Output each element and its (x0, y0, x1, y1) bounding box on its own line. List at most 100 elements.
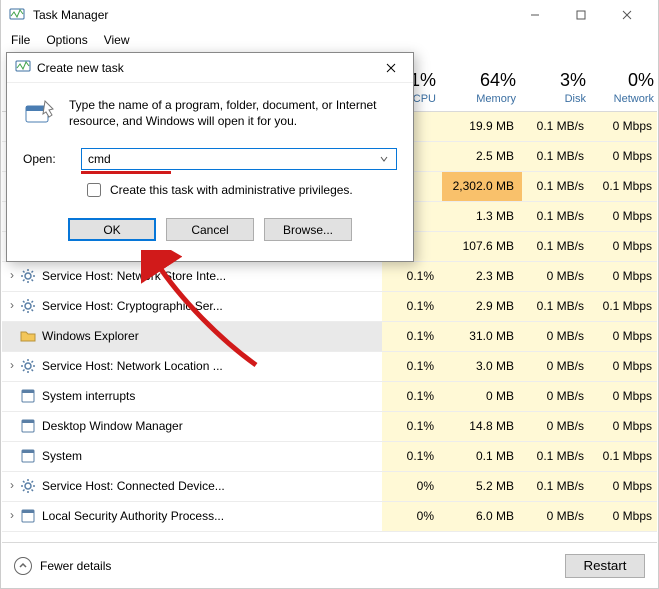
disk-value: 0.1 MB/s (522, 291, 592, 321)
cpu-value: 0.1% (382, 381, 442, 411)
process-name: Service Host: Network Store Inte... (42, 269, 226, 283)
disk-value: 0 MB/s (522, 411, 592, 441)
table-row[interactable]: System interrupts 0.1%0 MB0 MB/s0 Mbps (2, 381, 657, 411)
expand-chevron-icon[interactable]: › (6, 508, 18, 522)
memory-value: 19.9 MB (442, 111, 522, 141)
chevron-up-icon (14, 557, 32, 575)
titlebar[interactable]: Task Manager (1, 0, 658, 30)
disk-value: 0.1 MB/s (522, 111, 592, 141)
expand-chevron-icon[interactable]: › (6, 358, 18, 372)
create-new-task-dialog: Create new task Type the name of a progr… (6, 52, 414, 262)
memory-value: 5.2 MB (442, 471, 522, 501)
table-row[interactable]: ›Service Host: Cryptographic Ser...0.1%2… (2, 291, 657, 321)
maximize-button[interactable] (558, 0, 604, 30)
menu-view[interactable]: View (98, 32, 136, 48)
network-value: 0 Mbps (592, 411, 657, 441)
process-name: System interrupts (42, 389, 135, 403)
memory-value: 2,302.0 MB (442, 171, 522, 201)
table-row[interactable]: Desktop Window Manager 0.1%14.8 MB0 MB/s0… (2, 411, 657, 441)
open-combobox[interactable] (81, 148, 397, 170)
network-value: 0 Mbps (592, 111, 657, 141)
table-row[interactable]: ›Local Security Authority Process...0%6.… (2, 501, 657, 531)
process-name: Service Host: Network Location ... (42, 359, 223, 373)
annotation-underline (81, 171, 171, 174)
disk-value: 0.1 MB/s (522, 441, 592, 471)
network-value: 0 Mbps (592, 141, 657, 171)
network-value: 0 Mbps (592, 381, 657, 411)
cpu-value: 0.1% (382, 321, 442, 351)
ok-button[interactable]: OK (68, 218, 156, 241)
process-icon (20, 268, 36, 284)
open-label: Open: (23, 152, 73, 166)
cpu-value: 0.1% (382, 261, 442, 291)
window-title: Task Manager (33, 8, 512, 22)
expand-chevron-icon[interactable]: › (6, 268, 18, 282)
network-value: 0.1 Mbps (592, 171, 657, 201)
disk-value: 0.1 MB/s (522, 141, 592, 171)
memory-value: 0.1 MB (442, 441, 522, 471)
col-memory[interactable]: 64%Memory (442, 53, 522, 111)
memory-value: 6.0 MB (442, 501, 522, 531)
memory-value: 14.8 MB (442, 411, 522, 441)
disk-value: 0.1 MB/s (522, 231, 592, 261)
disk-value: 0.1 MB/s (522, 201, 592, 231)
browse-button[interactable]: Browse... (264, 218, 352, 241)
memory-value: 1.3 MB (442, 201, 522, 231)
network-value: 0 Mbps (592, 261, 657, 291)
network-value: 0 Mbps (592, 471, 657, 501)
dialog-message: Type the name of a program, folder, docu… (69, 97, 397, 132)
cpu-value: 0% (382, 501, 442, 531)
process-name: Windows Explorer (42, 329, 139, 343)
task-manager-window: Task Manager File Options View Name 1%CP… (0, 0, 659, 589)
process-name: System (42, 449, 82, 463)
close-button[interactable] (604, 0, 650, 30)
fewer-details-label: Fewer details (40, 559, 111, 573)
memory-value: 31.0 MB (442, 321, 522, 351)
table-row[interactable]: System0.1%0.1 MB0.1 MB/s0.1 Mbps (2, 441, 657, 471)
fewer-details-toggle[interactable]: Fewer details (14, 557, 111, 575)
expand-chevron-icon[interactable]: › (6, 298, 18, 312)
menubar: File Options View (1, 30, 658, 50)
process-icon (20, 418, 36, 434)
memory-value: 107.6 MB (442, 231, 522, 261)
disk-value: 0 MB/s (522, 381, 592, 411)
dialog-close-button[interactable] (377, 57, 405, 79)
table-row[interactable]: › Service Host: Network Store Inte... 0.1%… (2, 261, 657, 291)
network-value: 0.1 Mbps (592, 291, 657, 321)
process-name: Service Host: Cryptographic Ser... (42, 299, 223, 313)
chevron-down-icon[interactable] (376, 154, 392, 164)
cpu-value: 0.1% (382, 351, 442, 381)
disk-value: 0.1 MB/s (522, 471, 592, 501)
minimize-button[interactable] (512, 0, 558, 30)
memory-value: 0 MB (442, 381, 522, 411)
menu-options[interactable]: Options (40, 32, 93, 48)
memory-value: 2.9 MB (442, 291, 522, 321)
menu-file[interactable]: File (5, 32, 36, 48)
open-input[interactable] (86, 152, 376, 166)
memory-value: 2.5 MB (442, 141, 522, 171)
table-row[interactable]: ›Service Host: Connected Device...0%5.2 … (2, 471, 657, 501)
network-value: 0 Mbps (592, 231, 657, 261)
cancel-button[interactable]: Cancel (166, 218, 254, 241)
col-network[interactable]: 0%Network (592, 53, 657, 111)
footer: Fewer details Restart (2, 542, 657, 588)
process-icon (20, 508, 36, 524)
col-disk[interactable]: 3%Disk (522, 53, 592, 111)
disk-value: 0.1 MB/s (522, 171, 592, 201)
dialog-titlebar[interactable]: Create new task (7, 53, 413, 83)
dialog-title: Create new task (37, 61, 377, 75)
process-icon (20, 388, 36, 404)
network-value: 0.1 Mbps (592, 441, 657, 471)
disk-value: 0 MB/s (522, 321, 592, 351)
restart-button[interactable]: Restart (565, 554, 645, 578)
run-icon (23, 97, 55, 132)
admin-checkbox[interactable] (87, 183, 101, 197)
cpu-value: 0.1% (382, 411, 442, 441)
network-value: 0 Mbps (592, 351, 657, 381)
table-row[interactable]: ›Service Host: Network Location ...0.1%3… (2, 351, 657, 381)
process-name: Desktop Window Manager (42, 419, 183, 433)
disk-value: 0 MB/s (522, 261, 592, 291)
table-row[interactable]: Windows Explorer0.1%31.0 MB0 MB/s0 Mbps (2, 321, 657, 351)
expand-chevron-icon[interactable]: › (6, 478, 18, 492)
process-icon (20, 298, 36, 314)
